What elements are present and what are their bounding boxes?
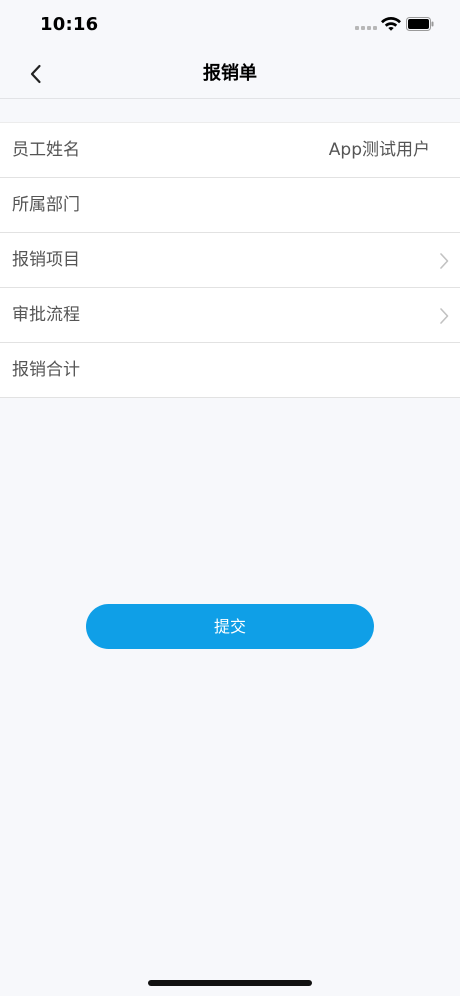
form-row-total-amount[interactable]: 报销合计 [0,343,460,398]
signal-icon [355,26,377,31]
form-row-approval-flow[interactable]: 审批流程 [0,288,460,343]
back-button[interactable] [22,60,50,88]
form-row-employee-name[interactable]: 员工姓名 App测试用户 [0,123,460,178]
battery-icon [406,17,434,31]
home-indicator [148,980,312,986]
approval-flow-label: 审批流程 [12,305,80,325]
chevron-right-icon [440,253,449,269]
expense-items-label: 报销项目 [12,250,80,270]
navigation-bar: 报销单 [0,50,460,99]
submit-button[interactable]: 提交 [86,604,374,649]
total-amount-label: 报销合计 [12,360,80,380]
status-time: 10:16 [40,14,99,35]
form-row-department[interactable]: 所属部门 [0,178,460,233]
chevron-left-icon [30,64,41,84]
employee-name-value: App测试用户 [328,140,430,160]
form-row-expense-items[interactable]: 报销项目 [0,233,460,288]
status-bar: 10:16 [0,0,460,50]
employee-name-label: 员工姓名 [12,140,80,160]
reimbursement-form: 员工姓名 App测试用户 所属部门 报销项目 审批流程 报销合计 [0,122,460,398]
page-title: 报销单 [203,63,257,84]
chevron-right-icon [440,308,449,324]
department-label: 所属部门 [12,195,80,215]
wifi-icon [381,16,401,31]
